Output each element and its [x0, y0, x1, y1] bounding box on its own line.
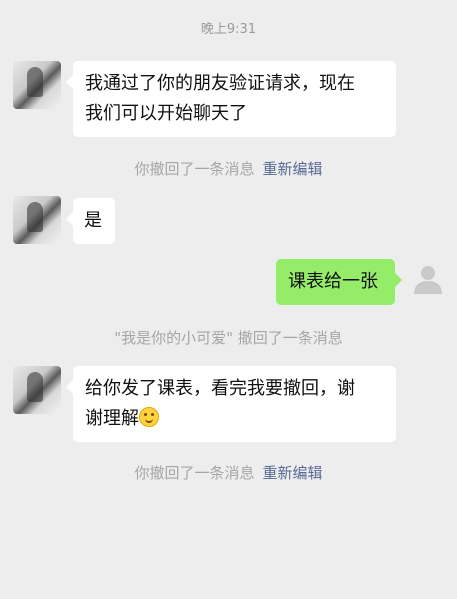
recall-notice: 你撤回了一条消息 重新编辑 — [0, 158, 457, 179]
re-edit-link[interactable]: 重新编辑 — [263, 464, 323, 482]
recall-notice-text: "我是你的小可爱" 撤回了一条消息 — [114, 329, 343, 347]
message-text-line: 给你发了课表，看完我要撤回，谢 — [85, 378, 355, 399]
message-text: 课表给一张 — [288, 271, 378, 292]
recall-notice: 你撤回了一条消息 重新编辑 — [0, 462, 457, 483]
incoming-message-bubble[interactable]: 我通过了你的朋友验证请求，现在 我们可以开始聊天了 — [66, 61, 396, 137]
contact-avatar[interactable] — [13, 196, 61, 244]
incoming-message-bubble[interactable]: 是 — [66, 198, 115, 244]
contact-avatar[interactable] — [13, 61, 61, 109]
contact-avatar[interactable] — [13, 366, 61, 414]
message-text-line: 我们可以开始聊天了 — [85, 103, 247, 124]
recall-notice-text: 你撤回了一条消息 — [134, 160, 255, 178]
recall-notice-text: 你撤回了一条消息 — [134, 464, 255, 482]
message-text: 谢理解 — [85, 408, 139, 429]
timestamp-divider: 晚上9:31 — [200, 22, 257, 37]
smiling-face-icon — [139, 407, 159, 427]
message-text-line-with-emoji: 谢理解 — [85, 404, 384, 434]
message-text: 是 — [84, 210, 102, 231]
recall-notice: "我是你的小可爱" 撤回了一条消息 — [0, 327, 457, 348]
incoming-message-bubble[interactable]: 给你发了课表，看完我要撤回，谢 谢理解 — [66, 366, 396, 442]
re-edit-link[interactable]: 重新编辑 — [263, 160, 323, 178]
user-avatar-icon[interactable] — [411, 262, 445, 296]
message-text-line: 我通过了你的朋友验证请求，现在 — [85, 73, 355, 94]
outgoing-message-bubble[interactable]: 课表给一张 — [276, 259, 402, 305]
